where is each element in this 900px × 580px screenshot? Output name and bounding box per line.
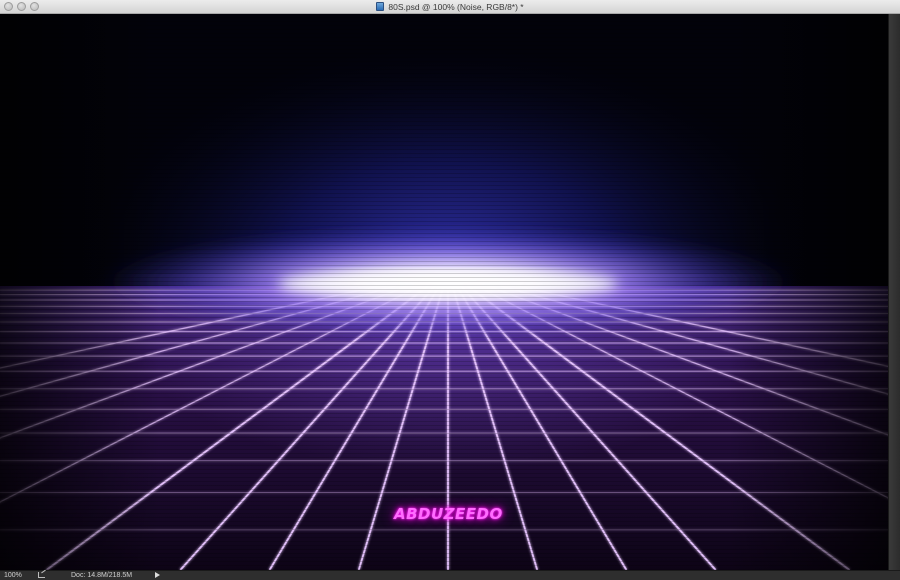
window-title: 80S.psd @ 100% (Noise, RGB/8*) * [388, 1, 524, 12]
status-bar: 100% Doc: 14.8M/218.5M [0, 570, 900, 580]
psd-document-icon [376, 2, 385, 11]
abduzeedo-logo: ABDUZEEDO [394, 505, 503, 523]
document-size-info: Doc: 14.8M/218.5M [71, 572, 133, 579]
title-group: 80S.psd @ 100% (Noise, RGB/8*) * [0, 0, 900, 13]
share-export-icon[interactable] [38, 572, 45, 578]
zoom-level-field[interactable]: 100% [4, 571, 22, 580]
document-canvas[interactable]: ABDUZEEDO [0, 14, 888, 570]
artwork [0, 14, 888, 570]
horizon-core [278, 270, 618, 298]
title-bar[interactable]: 80S.psd @ 100% (Noise, RGB/8*) * [0, 0, 900, 14]
photoshop-document-window: 80S.psd @ 100% (Noise, RGB/8*) * ABDUZEE… [0, 0, 900, 580]
vertical-scrollbar[interactable] [888, 14, 900, 570]
triangle-right-icon[interactable] [155, 572, 160, 578]
